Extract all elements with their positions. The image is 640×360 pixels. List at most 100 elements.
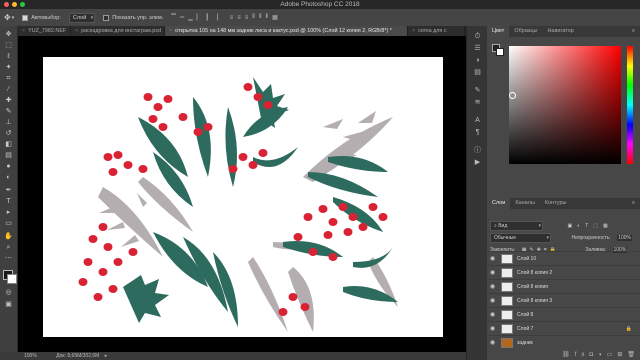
tab-label: раскадровка для инстаграм.psd [81,28,161,34]
paragraph-panel-icon[interactable]: ¶ [473,128,482,137]
visibility-eye-icon[interactable]: ◉ [490,280,495,294]
align-bottom-icon[interactable]: ▁ [188,14,197,21]
visibility-eye-icon[interactable]: ◉ [490,252,495,266]
tab-channels[interactable]: Каналы [510,198,540,209]
crop-tool-icon[interactable]: ⌗ [4,74,13,83]
canvas[interactable] [43,57,443,337]
visibility-eye-icon[interactable]: ◉ [490,336,495,350]
visibility-eye-icon[interactable]: ◉ [490,266,495,280]
auto-align-icon[interactable]: ▦ [272,14,282,21]
layer-row[interactable]: ◉ Слой 8 [487,307,640,322]
quick-mask-icon[interactable]: ◎ [4,288,13,297]
visibility-eye-icon[interactable]: ◉ [490,322,495,336]
align-left-icon[interactable]: ▏ [197,14,206,21]
visibility-eye-icon[interactable]: ◉ [490,294,495,308]
layer-row[interactable]: ◉ Слой 7 🔒 [487,321,640,336]
tab-document-1[interactable]: × YUZ_7982.NEF [18,26,71,36]
eraser-tool-icon[interactable]: ◧ [4,140,13,149]
align-middle-icon[interactable]: ═ [180,15,188,21]
info-panel-icon[interactable]: ⓘ [473,146,482,155]
tab-paths[interactable]: Контуры [540,198,572,209]
clone-stamp-tool-icon[interactable]: ⊥ [4,118,13,127]
tab-document-2[interactable]: × раскадровка для инстаграм.psd [71,26,165,36]
auto-select-option[interactable]: Автовыбор: [22,14,61,21]
healing-brush-tool-icon[interactable]: ✚ [4,96,13,105]
distribute-3-icon[interactable]: ≡ [245,15,253,21]
brush-tool-icon[interactable]: ✎ [4,107,13,116]
new-layer-icon[interactable]: ⊞ [617,352,627,358]
color-picker-cursor[interactable] [509,92,516,99]
rectangle-tool-icon[interactable]: ▭ [4,219,13,228]
add-mask-icon[interactable]: ◘ [589,352,598,358]
screen-mode-icon[interactable]: ▣ [4,300,13,309]
zoom-level[interactable]: 100% [24,353,37,359]
align-right-icon[interactable]: ▕ [213,14,222,21]
history-brush-tool-icon[interactable]: ↺ [4,129,13,138]
close-tab-icon[interactable]: × [169,28,172,34]
tab-swatches[interactable]: Образцы [509,26,542,37]
link-layers-icon[interactable]: ⛓ [562,352,575,358]
history-panel-icon[interactable]: ⏱ [473,32,482,41]
pen-tool-icon[interactable]: ✒ [4,186,13,195]
distribute-4-icon[interactable]: ⦀ [252,14,259,21]
hue-slider[interactable] [627,46,633,164]
distribute-6-icon[interactable]: ⦀ [266,14,273,21]
color-field[interactable] [509,46,621,164]
layer-row[interactable]: ◉ Слой 8 копия 2 [487,265,640,280]
tab-document-4[interactable]: × сетка для с [408,26,465,36]
close-tab-icon[interactable]: × [412,28,415,34]
new-group-icon[interactable]: ▭ [607,352,618,358]
show-controls-option[interactable]: Показать упр. элем. [103,14,163,21]
path-selection-tool-icon[interactable]: ▸ [4,208,13,217]
layer-row[interactable]: ◉ Слой 10 [487,251,640,266]
move-tool-preset[interactable]: ✥ ▾ [4,13,14,22]
properties-panel-icon[interactable]: ☰ [473,44,482,53]
type-tool-icon[interactable]: T [4,197,13,206]
gradient-tool-icon[interactable]: ▤ [4,151,13,160]
marquee-tool-icon[interactable]: ⬚ [4,41,13,50]
layer-row[interactable]: ◉ задник [487,335,640,350]
adjustments-panel-icon[interactable]: ◑ [473,56,482,65]
magic-wand-tool-icon[interactable]: ✦ [4,63,13,72]
align-top-icon[interactable]: ▔ [171,14,180,21]
background-swatch[interactable] [496,48,504,56]
distribute-1-icon[interactable]: ≡ [230,15,238,21]
panel-menu-icon[interactable]: ≡ [627,26,640,37]
eyedropper-tool-icon[interactable]: ⁄ [4,85,13,94]
dodge-tool-icon[interactable]: ◐ [4,173,13,182]
tab-navigator[interactable]: Навигатор [542,26,578,37]
brush-settings-icon[interactable]: ≋ [473,98,482,107]
align-center-icon[interactable]: ┃ [205,14,213,21]
adjustment-layer-icon[interactable]: ◑ [598,352,607,358]
character-panel-icon[interactable]: A [473,116,482,125]
auto-select-dropdown[interactable]: Слой [68,12,96,23]
auto-select-checkbox[interactable] [22,14,29,21]
document-info[interactable]: Док: 8,65M/302,6M [56,353,99,359]
blur-tool-icon[interactable]: ● [4,162,13,171]
distribute-2-icon[interactable]: ≡ [237,15,245,21]
tab-color[interactable]: Цвет [487,26,510,37]
move-tool-icon[interactable]: ✥ [4,30,13,39]
hand-tool-icon[interactable]: ✋ [4,232,13,241]
tab-layers[interactable]: Слои [487,198,511,209]
close-tab-icon[interactable]: × [75,28,78,34]
visibility-eye-icon[interactable]: ◉ [490,308,495,322]
layer-row[interactable]: ◉ Слой 8 копия [487,279,640,294]
panel-menu-icon[interactable]: ≡ [627,198,640,209]
status-arrow-icon[interactable]: ▸ [105,353,108,359]
lasso-tool-icon[interactable]: ℓ [4,52,13,61]
zoom-tool-icon[interactable]: ⌕ [4,243,13,252]
brushes-panel-icon[interactable]: ✎ [473,86,482,95]
close-tab-icon[interactable]: × [22,28,25,34]
show-controls-checkbox[interactable] [103,14,110,21]
fx-icon[interactable]: fx [575,352,590,358]
document-window[interactable] [18,36,466,352]
tab-document-active[interactable]: × открытка 105 на 148 мм задник лиса и ка… [165,26,408,36]
background-color-swatch[interactable] [7,274,17,284]
delete-layer-icon[interactable]: 🗑 [627,352,640,358]
actions-panel-icon[interactable]: ▶ [473,158,482,167]
distribute-5-icon[interactable]: ⦀ [259,14,266,21]
libraries-panel-icon[interactable]: ▤ [473,68,482,77]
more-tools-icon[interactable]: ⋯ [4,254,13,263]
layer-row[interactable]: ◉ Слой 8 копия 3 [487,293,640,308]
